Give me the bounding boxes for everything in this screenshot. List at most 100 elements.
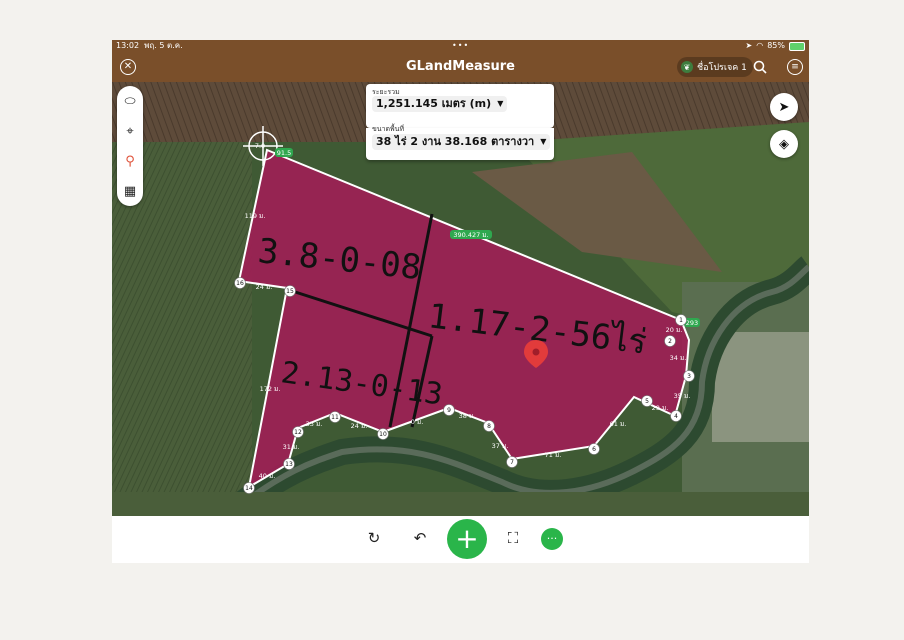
vertex-label: 6 bbox=[592, 446, 596, 453]
add-icon: + bbox=[455, 522, 479, 555]
vertex-marker[interactable]: 1 bbox=[675, 314, 687, 326]
vertex-marker[interactable]: 4 bbox=[670, 410, 682, 422]
edge-label-left-lower: 172 ม. bbox=[260, 385, 281, 393]
undo-icon: ↶ bbox=[413, 529, 427, 547]
edge-label-left-upper: 119 ม. bbox=[245, 212, 266, 220]
vertex-marker[interactable]: 11 bbox=[329, 411, 341, 423]
status-bar: 13:02 พฤ. 5 ต.ค. ••• ➤ ◠ 85% bbox=[112, 40, 809, 52]
edge-label-4-3: 35 ม. bbox=[674, 392, 691, 400]
vertex-label: 13 bbox=[285, 461, 293, 468]
vertex-label: 5 bbox=[645, 398, 649, 405]
vertex-marker[interactable]: 10 bbox=[377, 428, 389, 440]
multitask-dots[interactable]: ••• bbox=[452, 40, 469, 52]
distance-select[interactable]: 1,251.145 เมตร (m) ▼ bbox=[372, 96, 508, 112]
layers-button[interactable]: ◈ bbox=[770, 130, 798, 158]
vertex-label: 2 bbox=[668, 338, 672, 345]
map-view[interactable]: 3.8-0-08 1.17-2-56ไร่ 2.13-0-13 390.427 … bbox=[112, 82, 809, 516]
vertex-label: 16 bbox=[236, 280, 244, 287]
vertex-label: 15 bbox=[286, 288, 294, 295]
polygon-tool-button[interactable]: ⬭ bbox=[117, 86, 143, 116]
area-select[interactable]: 38 ไร่ 2 งาน 38.168 ตารางวา ▼ bbox=[372, 134, 551, 150]
search-button[interactable] bbox=[749, 56, 771, 78]
status-right: ➤ ◠ 85% bbox=[746, 40, 805, 52]
edge-label-10-9: 0 ม. bbox=[411, 418, 424, 426]
project-chip[interactable]: ❦ ชื่อโปรเจค 1 bbox=[677, 57, 753, 77]
field-south bbox=[112, 492, 809, 516]
navigation-arrow-icon: ➤ bbox=[778, 99, 790, 115]
vertex-label: 4 bbox=[674, 413, 678, 420]
vertex-label: 3 bbox=[687, 373, 691, 380]
vertex-label: 10 bbox=[379, 431, 387, 438]
battery-percent: 85% bbox=[767, 41, 785, 50]
map-pin-icon: ⚲ bbox=[125, 153, 135, 169]
edge-label-12-11: 33 ม. bbox=[306, 420, 323, 428]
focus-button[interactable]: ⛶ bbox=[503, 528, 523, 548]
gps-tool-button[interactable]: ⌖ bbox=[117, 116, 143, 146]
edge-label-top-left-green: 91.5 bbox=[277, 149, 291, 157]
edge-label-8-7: 37 ม. bbox=[492, 442, 509, 450]
edge-label-top: 390.427 ม. bbox=[453, 231, 488, 239]
vertex-marker[interactable]: 15 bbox=[284, 285, 296, 297]
edge-label-14-13: 40 ม. bbox=[259, 472, 276, 480]
vertex-marker[interactable]: 8 bbox=[483, 420, 495, 432]
vertex-marker[interactable]: 16 bbox=[234, 277, 246, 289]
vertex-marker[interactable]: 5 bbox=[641, 395, 653, 407]
status-time: 13:02 พฤ. 5 ต.ค. bbox=[116, 41, 183, 50]
layers-icon: ◈ bbox=[779, 136, 789, 152]
edge-label-9-8: 38 ม. bbox=[459, 412, 476, 420]
add-point-button[interactable]: + bbox=[447, 519, 487, 559]
vertex-label: 8 bbox=[487, 423, 491, 430]
vertex-label: 9 bbox=[447, 407, 451, 414]
chevron-down-icon: ▼ bbox=[497, 99, 504, 108]
vertex-marker[interactable]: 2 bbox=[664, 335, 676, 347]
menu-icon: ≡ bbox=[787, 59, 803, 75]
bottom-toolbar: ↻ ↶ + ⛶ ··· bbox=[112, 516, 809, 563]
edge-label-1-green: 293 bbox=[686, 319, 698, 327]
vertex-marker[interactable]: 12 bbox=[292, 426, 304, 438]
calculator-icon: ▦ bbox=[123, 183, 137, 199]
vertex-label: 7 bbox=[510, 459, 514, 466]
menu-button[interactable]: ≡ bbox=[784, 56, 806, 78]
calculator-tool-button[interactable]: ▦ bbox=[117, 176, 143, 206]
refresh-icon: ↻ bbox=[367, 529, 381, 547]
refresh-button[interactable]: ↻ bbox=[364, 528, 384, 548]
map-toolbar: ⬭ ⌖ ⚲ ▦ bbox=[117, 86, 143, 206]
vertex-label: 11 bbox=[331, 414, 339, 421]
edge-label-2-1: 20 ม. bbox=[666, 326, 683, 334]
location-icon: ➤ bbox=[745, 41, 753, 50]
app-window: 13:02 พฤ. 5 ต.ค. ••• ➤ ◠ 85% ✕ GLandMeas… bbox=[112, 40, 809, 563]
leaf-icon: ❦ bbox=[681, 61, 693, 73]
more-icon: ··· bbox=[546, 532, 558, 545]
measurement-panel: ระยะรวม 1,251.145 เมตร (m) ▼ bbox=[366, 84, 554, 128]
navigate-button[interactable]: ➤ bbox=[770, 93, 798, 121]
field-pale bbox=[712, 332, 809, 442]
edge-label-7-6: 71 ม. bbox=[545, 451, 562, 459]
wifi-icon: ◠ bbox=[756, 41, 764, 50]
marker-tool-button[interactable]: ⚲ bbox=[117, 146, 143, 176]
vertex-marker[interactable]: 14 bbox=[243, 482, 255, 494]
vertex-marker[interactable]: 7 bbox=[506, 456, 518, 468]
vertex-marker[interactable]: 13 bbox=[283, 458, 295, 470]
distance-value: 1,251.145 เมตร (m) bbox=[376, 97, 492, 110]
vertex-label: 1 bbox=[679, 317, 683, 324]
vertex-label: 14 bbox=[245, 485, 253, 492]
focus-icon: ⛶ bbox=[507, 529, 519, 547]
undo-button[interactable]: ↶ bbox=[410, 528, 430, 548]
edge-label-top-left: 7.0 bbox=[255, 142, 265, 150]
vertex-label: 12 bbox=[294, 429, 302, 436]
edge-label-11-10: 24 ม. bbox=[351, 422, 368, 430]
target-icon: ⌖ bbox=[126, 123, 134, 139]
polygon-icon: ⬭ bbox=[124, 93, 136, 109]
search-icon bbox=[753, 60, 767, 74]
edge-label-6-5: 61 ม. bbox=[610, 420, 627, 428]
project-name: ชื่อโปรเจค 1 bbox=[697, 63, 747, 73]
vertex-marker[interactable]: 6 bbox=[588, 443, 600, 455]
area-panel: ขนาดพื้นที่ 38 ไร่ 2 งาน 38.168 ตารางวา … bbox=[366, 125, 554, 160]
vertex-marker[interactable]: 3 bbox=[683, 370, 695, 382]
more-button[interactable]: ··· bbox=[541, 528, 563, 550]
vertex-marker[interactable]: 9 bbox=[443, 404, 455, 416]
area-value: 38 ไร่ 2 งาน 38.168 ตารางวา bbox=[376, 135, 535, 148]
nav-bar: ✕ GLandMeasure ❦ ชื่อโปรเจค 1 ≡ bbox=[112, 52, 809, 82]
edge-label-5-4: 29 ม. bbox=[652, 404, 669, 412]
battery-icon bbox=[789, 41, 805, 51]
